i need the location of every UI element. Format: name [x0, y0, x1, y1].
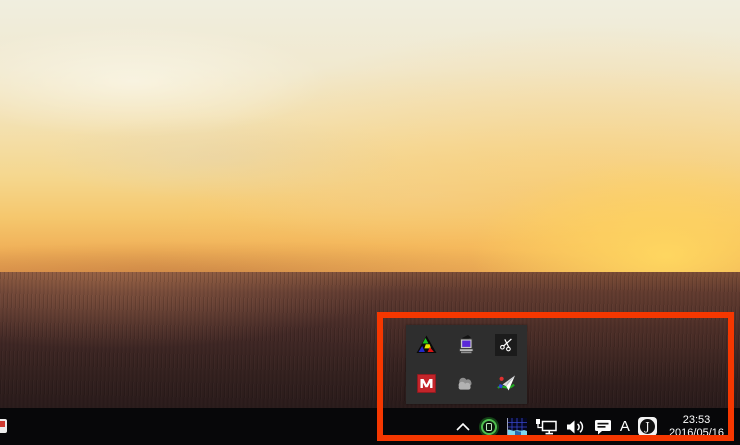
volume-icon[interactable]	[566, 419, 586, 435]
network-wired-icon[interactable]	[535, 418, 558, 435]
volume-glyph	[566, 420, 584, 433]
monitor-purple-glyph	[459, 335, 474, 354]
clock-date: 2016/05/16	[668, 426, 724, 439]
monitor-purple-screen-icon[interactable]	[454, 333, 478, 357]
taskbar-clock[interactable]: 23:53 2016/05/16	[669, 414, 724, 440]
scissors-icon[interactable]	[494, 333, 518, 357]
tray-overflow-popup	[406, 325, 527, 404]
green-ring	[480, 418, 497, 435]
clock-time: 23:53	[682, 413, 711, 426]
desktop-screen: A J 23:53 2016/05/16	[0, 0, 740, 445]
ime-mode-indicator[interactable]: A	[620, 419, 630, 434]
taskbar-partial-icon[interactable]	[0, 419, 7, 433]
performance-graph-app-icon[interactable]	[506, 417, 527, 436]
chevron-up-icon	[456, 422, 470, 431]
j-app-glyph: J	[639, 419, 655, 434]
performance-graph-glyph	[506, 417, 527, 436]
cloud-gray-icon[interactable]	[454, 372, 478, 396]
multicolor-triangle-glyph	[416, 335, 436, 353]
multicolor-triangle-icon[interactable]	[414, 333, 438, 357]
message-bubble-glyph	[594, 419, 611, 434]
network-wired-glyph	[535, 419, 557, 435]
j-app-icon[interactable]: J	[637, 417, 657, 436]
colorful-arrow-icon[interactable]	[494, 372, 518, 396]
cloud-gray-glyph	[458, 377, 472, 390]
green-ring-glyph	[485, 422, 492, 431]
green-ring-app-icon[interactable]	[478, 416, 499, 437]
system-tray: A J 23:53 2016/05/16	[455, 408, 740, 445]
colorful-arrow-glyph	[496, 375, 515, 390]
adobe-red-glyph	[416, 374, 436, 393]
wallpaper-sky	[0, 0, 740, 272]
scissors-background	[495, 333, 517, 356]
message-bubble-icon[interactable]	[594, 419, 612, 435]
adobe-red-icon[interactable]	[414, 372, 438, 396]
show-hidden-icons-chevron[interactable]	[455, 422, 471, 432]
ime-mode-label: A	[619, 418, 630, 435]
scissors-glyph	[499, 338, 512, 352]
taskbar: A J 23:53 2016/05/16	[0, 408, 740, 445]
